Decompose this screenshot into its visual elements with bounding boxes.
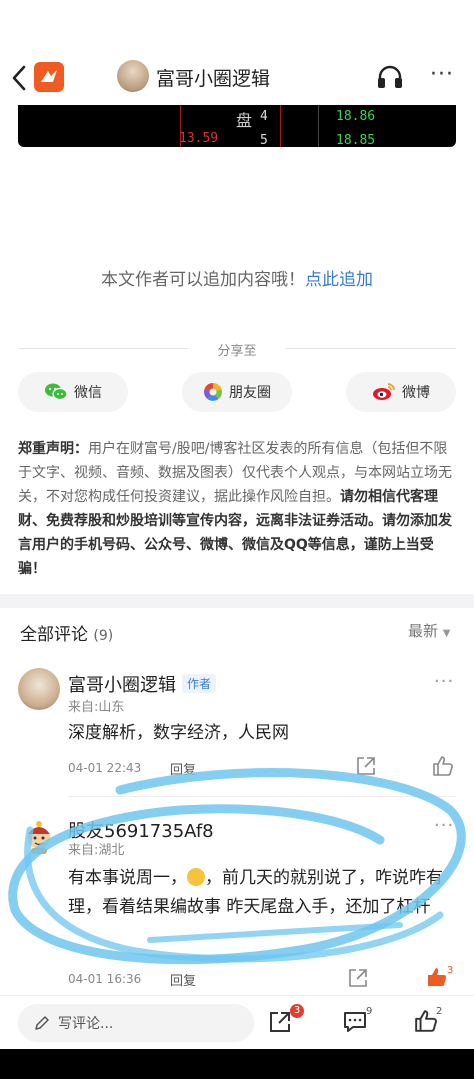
- system-nav-bar: [0, 1049, 474, 1079]
- comment-input-placeholder: 写评论...: [58, 1016, 114, 1032]
- stock-level: 5: [260, 133, 268, 147]
- comment-divider: [68, 796, 456, 797]
- share-comment-icon[interactable]: [348, 968, 368, 992]
- comment-time: 04-01 16:36: [68, 972, 142, 986]
- disclaimer-title: 郑重声明：: [18, 441, 88, 457]
- commenter-location: 来自:山东: [68, 700, 125, 715]
- share-divider: 分享至: [18, 340, 456, 359]
- author-tag: 作者: [182, 674, 217, 693]
- commenter-name[interactable]: 富哥小圈逻辑: [68, 671, 176, 697]
- pencil-icon: [35, 1016, 49, 1030]
- disclaimer: 郑重声明：用户在财富号/股吧/博客社区发表的所有信息（包括但不限于文字、视频、音…: [18, 437, 458, 581]
- comments-header: 全部评论 (9): [20, 620, 113, 645]
- share-moments-label: 朋友圈: [229, 385, 271, 401]
- screen: 富哥小圈逻辑 ··· 盘 4 18.86 13.59 5 18.85 本文作者可…: [0, 0, 474, 1079]
- add-content-prompt: 本文作者可以追加内容哦！点此追加: [0, 265, 474, 290]
- stock-level: 4: [260, 109, 268, 124]
- more-icon[interactable]: ···: [430, 62, 454, 87]
- share-weibo-label: 微博: [402, 385, 430, 401]
- stock-price: 18.86: [336, 109, 376, 124]
- share-wechat-label: 微信: [74, 385, 102, 401]
- like-count: 2: [436, 1006, 443, 1017]
- weibo-icon: [373, 383, 395, 400]
- add-content-link[interactable]: 点此追加: [305, 270, 373, 290]
- liked-icon[interactable]: [426, 966, 448, 992]
- comment-text: 有本事说周一， ，前几天的就别说了，咋说咋有理，看着结果编故事 昨天尾盘入手，还加…: [68, 864, 448, 922]
- comments-title: 全部评论: [20, 625, 88, 645]
- back-arrow-icon[interactable]: [10, 64, 28, 98]
- caret-down-icon: ▼: [442, 628, 451, 639]
- comment-more-icon[interactable]: ···: [434, 671, 454, 692]
- author-avatar[interactable]: [117, 60, 149, 92]
- add-content-text: 本文作者可以追加内容哦！: [101, 270, 305, 290]
- sort-dropdown[interactable]: 最新 ▼: [408, 620, 451, 641]
- comment-icon[interactable]: [342, 1010, 368, 1038]
- reply-button[interactable]: 回复: [170, 970, 196, 989]
- commenter-location: 来自:湖北: [68, 843, 125, 858]
- share-weibo-button[interactable]: 微博: [346, 372, 456, 412]
- comments-count: (9): [93, 628, 114, 644]
- like-icon[interactable]: [432, 755, 454, 781]
- stock-label: 盘: [236, 111, 253, 130]
- comment-count: 9: [366, 1006, 373, 1017]
- comment-time: 04-01 22:43: [68, 761, 142, 775]
- wechat-icon: [45, 383, 68, 401]
- headphones-icon[interactable]: [376, 64, 404, 94]
- top-bar: 富哥小圈逻辑 ···: [0, 0, 474, 105]
- stock-value: 13.59: [179, 131, 219, 146]
- sort-label: 最新: [408, 622, 439, 640]
- stock-quote-panel: 盘 4 18.86 13.59 5 18.85: [18, 105, 456, 147]
- like-icon[interactable]: [414, 1009, 438, 1037]
- reply-button[interactable]: 回复: [170, 759, 196, 778]
- page-title: 富哥小圈逻辑: [156, 68, 271, 90]
- share-moments-button[interactable]: 朋友圈: [182, 372, 292, 412]
- share-wechat-button[interactable]: 微信: [18, 372, 128, 412]
- comment-input[interactable]: 写评论...: [18, 1004, 254, 1042]
- stock-price: 18.85: [336, 133, 376, 147]
- share-label: 分享至: [217, 344, 257, 359]
- like-count: 3: [447, 965, 454, 976]
- moments-icon: [204, 383, 222, 401]
- section-divider: [0, 594, 474, 608]
- app-logo-icon[interactable]: [34, 62, 64, 92]
- bottom-action-bar: 写评论... 3 9 2: [0, 995, 474, 1049]
- share-badge: 3: [290, 1004, 304, 1018]
- comment-text-part: 有本事说周一，: [68, 868, 187, 888]
- share-comment-icon[interactable]: [356, 756, 376, 780]
- commenter-avatar[interactable]: [18, 668, 60, 710]
- commenter-avatar[interactable]: [18, 814, 60, 856]
- comment-text: 深度解析，数字经济，人民网: [68, 723, 289, 743]
- grimace-emoji-icon: [187, 868, 205, 886]
- comment-more-icon[interactable]: ···: [434, 815, 454, 836]
- share-icon[interactable]: [268, 1010, 292, 1038]
